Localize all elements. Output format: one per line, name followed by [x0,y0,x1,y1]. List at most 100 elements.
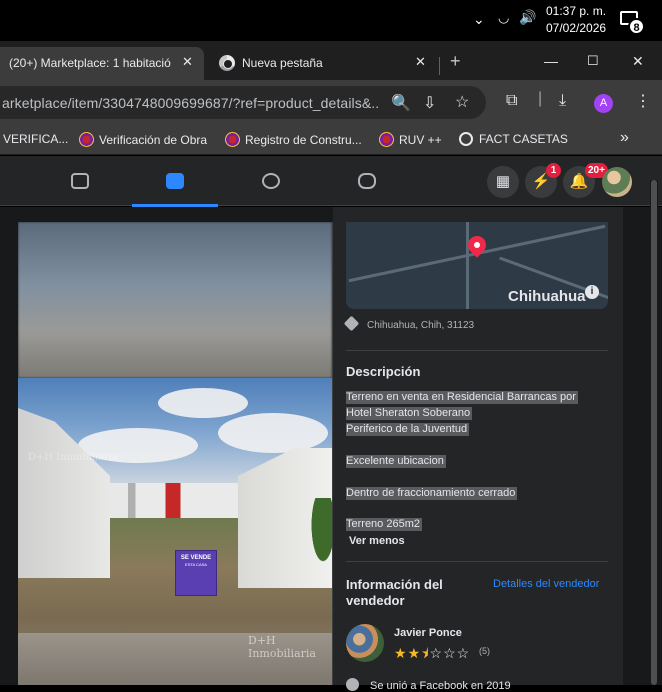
map-city-label: Chihuahua [508,288,586,305]
star-full-icon: ★ [394,645,408,661]
tab-title: (20+) Marketplace: 1 habitació [9,56,171,70]
listing-details-panel: Chihuahua i Chihuahua, Chih, 31123 Descr… [333,207,623,692]
seller-details-link[interactable]: Detalles del vendedor [493,578,599,590]
location-icon [343,315,360,332]
chrome-icon [219,55,235,71]
tab-watch[interactable] [37,156,123,206]
tab-gaming[interactable] [324,156,410,206]
tab-separator [439,57,440,75]
bookmark-label: FACT CASETAS [479,132,568,146]
sign-line-1: SE VENDE [180,555,212,561]
notification-count-badge: 8 [628,18,645,35]
clock-time: 01:37 p. m. [546,4,607,18]
photo-watermark: D+H Inmobiliaria [248,634,316,660]
map-road [466,222,469,309]
wifi-icon[interactable]: ◡ [498,10,509,26]
location-row: Chihuahua, Chih, 31123 [343,315,475,332]
divider [346,350,608,351]
listing-photo-viewer[interactable]: SE VENDE ESTA CASA D+H Inmobiliaria D+H … [18,222,332,685]
seller-info-title: Información del vendedor [346,577,443,609]
location-map[interactable]: Chihuahua i [346,222,608,309]
map-info-icon[interactable]: i [585,285,599,299]
close-tab-icon[interactable]: ✕ [182,54,193,70]
page-scrollbar[interactable] [650,180,658,685]
tab-marketplace[interactable]: (20+) Marketplace: 1 habitació ✕ [0,47,204,80]
description-line: Hotel Sheraton Soberano [346,407,473,420]
seller-info-title-line: vendedor [346,593,405,608]
star-empty-icon: ☆ [429,645,444,661]
toolbar-divider: | [538,90,543,107]
bookmark-label: Registro de Constru... [245,133,362,147]
zoom-icon[interactable]: 🔍 [391,93,411,113]
new-tab-button[interactable]: + [450,51,461,72]
address-bar[interactable]: arketplace/item/3304748009699687/?ref=pr… [0,86,486,119]
listing-photo[interactable]: SE VENDE ESTA CASA D+H Inmobiliaria D+H … [18,378,332,685]
bookmark-item[interactable]: VERIFICA... [3,132,68,146]
extensions-icon[interactable]: ⧉ [506,92,517,110]
description-line: Excelente ubicacion [346,455,446,468]
minimize-button[interactable]: — [544,53,558,69]
bookmark-item[interactable]: FACT CASETAS [459,132,568,146]
windows-taskbar: ⌄ ◡ 🔊 01:37 p. m. 07/02/2026 8 [0,0,662,41]
more-bookmarks-icon[interactable]: » [620,129,629,147]
photo-cloud [158,388,248,418]
browser-tab-strip: (20+) Marketplace: 1 habitació ✕ Nueva p… [0,41,662,80]
star-empty-icon: ☆ [443,645,457,661]
bookmark-label: RUV ++ [399,133,442,147]
grid-icon: ▦ [495,173,511,190]
star-half-icon: ⯨ [421,645,430,661]
ruv-icon [379,132,394,147]
maximize-button[interactable]: ☐ [587,53,599,69]
menu-grid-button[interactable]: ▦ [487,166,519,198]
bell-icon: 🔔 [569,173,589,190]
seller-name[interactable]: Javier Ponce [394,627,462,639]
account-avatar[interactable] [602,167,632,197]
bookmarks-bar: VERIFICA... Verificación de Obra Registr… [0,125,662,155]
bookmark-item[interactable]: RUV ++ [379,132,442,147]
chevron-up-icon[interactable]: ⌄ [473,11,485,28]
groups-icon [262,173,280,189]
chrome-profile-avatar[interactable]: A [594,94,613,113]
bookmark-star-icon[interactable]: ☆ [455,92,469,112]
bookmark-item[interactable]: Registro de Constru... [225,132,362,147]
description-line: Periferico de la Juventud [346,423,470,436]
messenger-badge: 1 [546,163,561,178]
sign-line-2: ESTA CASA [185,562,207,567]
seller-rating-stars: ★★⯨☆☆☆ [394,643,470,667]
ruv-icon [225,132,240,147]
downloads-icon[interactable]: ⤓ [559,92,566,110]
close-window-button[interactable]: ✕ [632,53,644,70]
clock-date: 07/02/2026 [546,21,607,35]
bookmark-label: Verificación de Obra [99,133,208,147]
for-sale-sign: SE VENDE ESTA CASA [175,550,217,596]
seller-info-title-line: Información del [346,577,443,592]
star-empty-icon: ☆ [456,645,471,661]
seller-avatar[interactable] [346,624,384,662]
ruv-icon [79,132,94,147]
gaming-icon [358,173,376,189]
close-tab-icon[interactable]: ✕ [415,54,426,70]
joined-text: Se unió a Facebook en 2019 [370,680,511,692]
photo-palm [303,498,332,588]
joined-row: Se unió a Facebook en 2019 [346,678,511,692]
description-title: Descripción [346,364,421,379]
bookmark-item[interactable]: Verificación de Obra [79,132,207,147]
system-clock[interactable]: 01:37 p. m. 07/02/2026 [546,3,606,37]
tab-groups[interactable] [228,156,314,206]
browser-toolbar: arketplace/item/3304748009699687/?ref=pr… [0,80,662,125]
scrollbar-thumb[interactable] [651,180,657,685]
address-url[interactable]: arketplace/item/3304748009699687/?ref=pr… [2,95,380,111]
seller-rating-count[interactable]: (5) [479,646,490,656]
video-icon [71,173,89,189]
tab-marketplace[interactable] [132,156,218,207]
bookmark-label: VERIFICA... [3,132,69,146]
location-text: Chihuahua, Chih, 31123 [367,320,475,331]
chrome-menu-icon[interactable]: ⋮ [635,91,651,111]
see-less-button[interactable]: Ver menos [349,535,405,547]
tab-title: Nueva pestaña [242,56,323,70]
tab-new-tab[interactable]: Nueva pestaña ✕ [210,47,440,80]
install-app-icon[interactable]: ⇩ [423,93,436,113]
volume-icon[interactable]: 🔊 [519,9,536,26]
description-line: Terreno en venta en Residencial Barranca… [346,391,578,404]
star-full-icon: ★ [407,645,422,661]
